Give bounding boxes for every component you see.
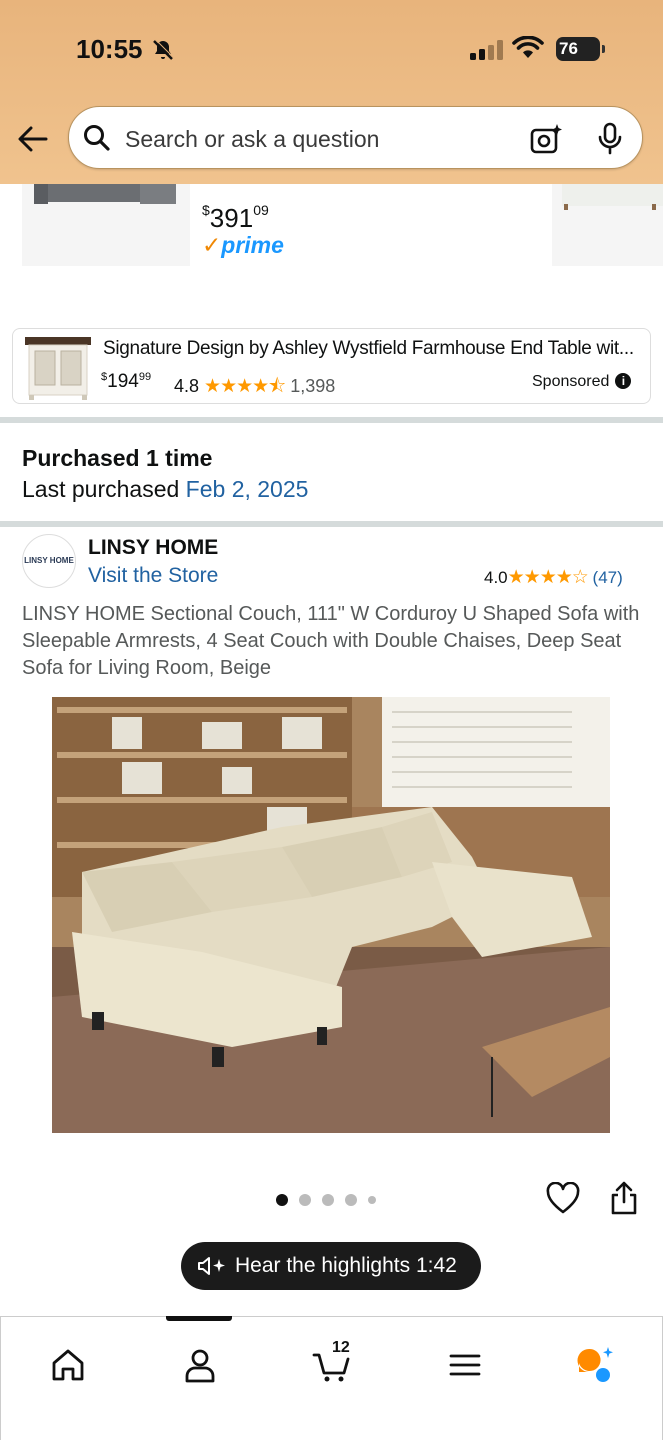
carousel-item-image[interactable] bbox=[22, 170, 190, 266]
purchased-count: Purchased 1 time bbox=[22, 445, 213, 471]
carousel-item-details[interactable]: ★★★★★ $39109 ✓prime bbox=[200, 166, 540, 266]
product-image[interactable] bbox=[52, 697, 610, 1133]
pagination-dot[interactable] bbox=[299, 1194, 311, 1206]
search-bar[interactable]: Search or ask a question bbox=[68, 106, 643, 169]
battery-indicator: 76 bbox=[556, 37, 605, 61]
store-logo[interactable]: LINSY HOME bbox=[22, 534, 76, 588]
rufus-assistant-icon[interactable] bbox=[575, 1345, 615, 1385]
prime-badge: ✓prime bbox=[202, 232, 284, 258]
sofa-thumbnail bbox=[22, 170, 190, 266]
pagination-dot[interactable] bbox=[345, 1194, 357, 1206]
share-icon[interactable] bbox=[609, 1180, 639, 1216]
pagination-dot[interactable] bbox=[322, 1194, 334, 1206]
cell-signal-icon bbox=[470, 40, 503, 60]
store-brand: LINSY HOME bbox=[88, 536, 219, 559]
info-icon[interactable]: i bbox=[615, 373, 632, 389]
star-rating-icon: ★★★★⯪ bbox=[204, 376, 286, 397]
prime-check-icon: ✓ bbox=[202, 232, 222, 258]
home-icon[interactable] bbox=[48, 1345, 88, 1385]
sponsored-label[interactable]: Sponsored i bbox=[532, 373, 632, 391]
furniture-thumbnail bbox=[552, 170, 663, 266]
ad-rating: 4.8 ★★★★⯪ 1,398 bbox=[174, 376, 336, 397]
account-icon[interactable] bbox=[180, 1345, 220, 1385]
pagination-dot[interactable] bbox=[368, 1196, 376, 1204]
bottom-nav: 12 bbox=[0, 1316, 663, 1440]
speaker-sparkle-icon bbox=[198, 1257, 225, 1275]
search-icon bbox=[84, 125, 110, 151]
pagination-dot[interactable] bbox=[276, 1194, 288, 1206]
star-rating-icon: ★★★★☆ bbox=[507, 567, 589, 588]
menu-icon[interactable] bbox=[445, 1345, 485, 1385]
ad-title[interactable]: Signature Design by Ashley Wystfield Far… bbox=[103, 338, 639, 360]
search-input[interactable]: Search or ask a question bbox=[125, 126, 379, 153]
cart-button[interactable]: 12 bbox=[312, 1339, 352, 1385]
hear-highlights-button[interactable]: Hear the highlights 1:42 bbox=[181, 1242, 481, 1290]
cart-count: 12 bbox=[332, 1339, 350, 1356]
ad-price: $19499 bbox=[101, 371, 152, 392]
microphone-icon[interactable] bbox=[597, 122, 623, 156]
rating-count[interactable]: (47) bbox=[593, 568, 623, 587]
bell-muted-icon bbox=[153, 39, 174, 60]
wifi-icon bbox=[512, 36, 544, 58]
hear-highlights-label: Hear the highlights 1:42 bbox=[235, 1254, 457, 1277]
visit-store-link[interactable]: Visit the Store bbox=[88, 564, 218, 588]
product-title: LINSY HOME Sectional Couch, 111" W Cordu… bbox=[22, 603, 640, 679]
status-time: 10:55 bbox=[76, 34, 143, 64]
battery-level: 76 bbox=[559, 39, 578, 58]
image-pagination[interactable] bbox=[276, 1193, 376, 1207]
last-purchased: Last purchased Feb 2, 2025 bbox=[22, 476, 309, 502]
last-purchased-date[interactable]: Feb 2, 2025 bbox=[186, 476, 309, 502]
end-table-image bbox=[25, 337, 91, 400]
camera-search-icon[interactable] bbox=[529, 122, 563, 156]
section-divider bbox=[0, 521, 663, 527]
section-divider bbox=[0, 417, 663, 423]
back-arrow-icon[interactable] bbox=[16, 122, 50, 156]
carousel-item-price: $39109 bbox=[202, 202, 269, 233]
active-tab-indicator bbox=[166, 1316, 232, 1321]
wishlist-heart-icon[interactable] bbox=[546, 1182, 580, 1216]
carousel-item-next[interactable] bbox=[552, 170, 663, 266]
sponsored-ad[interactable]: Signature Design by Ashley Wystfield Far… bbox=[12, 328, 651, 404]
product-rating[interactable]: 4.0★★★★☆ (47) bbox=[484, 566, 623, 589]
top-header: 10:55 76 Search or ask a question bbox=[0, 0, 663, 184]
